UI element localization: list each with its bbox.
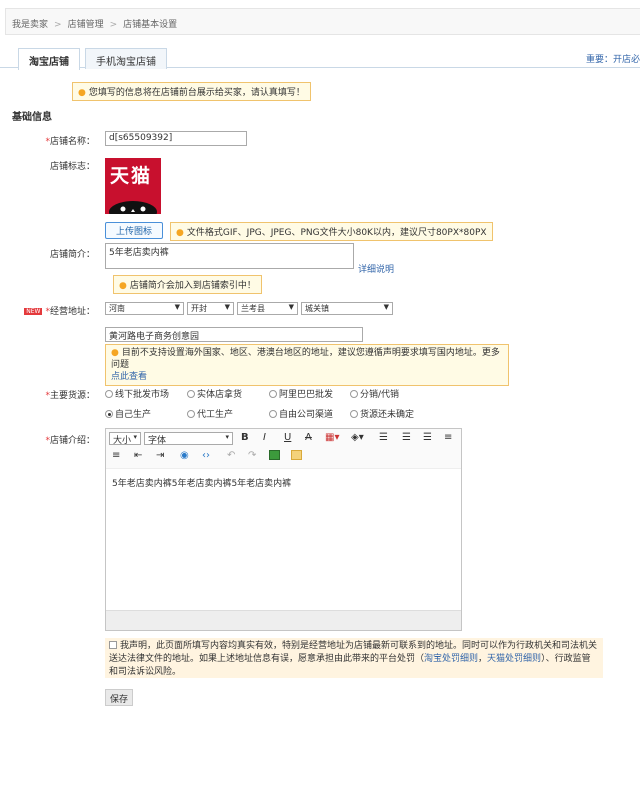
save-button[interactable]: 保存 bbox=[105, 689, 133, 706]
dropdown-arrow-icon: ▼ bbox=[383, 303, 389, 311]
source-label: *主要货源： bbox=[45, 391, 95, 401]
breadcrumb-item-current: 店铺基本设置 bbox=[123, 20, 178, 30]
strikethrough-icon[interactable]: A bbox=[305, 432, 312, 443]
align-left-icon[interactable]: ☰ bbox=[379, 432, 388, 443]
italic-icon[interactable]: I bbox=[263, 432, 266, 443]
upload-logo-button[interactable]: 上传图标 bbox=[105, 222, 164, 239]
declaration-box: 我声明，此页面所填写内容均真实有效，特别是经营地址为店铺最新可联系到的地址。同时… bbox=[105, 638, 603, 678]
source-radio-wholesale-market[interactable]: 线下批发市场 bbox=[105, 387, 169, 400]
top-tip-text: 您填写的信息将在店铺前台展示给买家，请认真填写！ bbox=[88, 88, 305, 98]
underline-icon[interactable]: U bbox=[284, 432, 291, 443]
source-radio-self-produced[interactable]: 自己生产 bbox=[105, 407, 151, 420]
source-radio-physical-store[interactable]: 实体店拿货 bbox=[187, 387, 242, 400]
breadcrumb: 我是卖家 > 店铺管理 > 店铺基本设置 bbox=[5, 8, 640, 35]
important-notice-link[interactable]: 重要：开店必 bbox=[586, 52, 640, 65]
tab-bar: 淘宝店铺 手机淘宝店铺 bbox=[0, 48, 640, 70]
link-icon[interactable]: ◉ bbox=[180, 450, 189, 461]
source-radio-own-channel[interactable]: 自由公司渠道 bbox=[269, 407, 333, 420]
logo-format-tip: ● 文件格式GIF、JPG、JPEG、PNG文件大小80K以内，建议尺寸80PX*… bbox=[170, 222, 493, 241]
align-center-icon[interactable]: ☰ bbox=[402, 432, 411, 443]
dropdown-arrow-icon: ▼ bbox=[174, 303, 180, 311]
numbered-list-icon[interactable]: ≡ bbox=[112, 450, 120, 461]
intro-index-tip: ● 店铺简介会加入到店铺索引中！ bbox=[113, 275, 262, 294]
section-title: 基础信息 bbox=[12, 112, 52, 123]
address-tip-text: 目前不支持设置海外国家、地区、港澳台地区的地址，建议您遵循声明要求填写国内地址。… bbox=[111, 348, 500, 370]
redo-icon[interactable]: ↷ bbox=[248, 450, 256, 461]
town-select[interactable]: 城关镇 ▼ bbox=[301, 302, 393, 315]
tmall-penalty-link[interactable]: 天猫处罚细则 bbox=[487, 654, 541, 664]
address-tip: ● 目前不支持设置海外国家、地区、港澳台地区的地址，建议您遵循声明要求填写国内地址… bbox=[105, 344, 509, 386]
source-radio-oem[interactable]: 代工生产 bbox=[187, 407, 233, 420]
dropdown-arrow-icon: ▼ bbox=[288, 303, 294, 311]
editor-status-bar bbox=[106, 610, 461, 630]
taobao-penalty-link[interactable]: 淘宝处罚细则 bbox=[424, 654, 478, 664]
lightbulb-icon: ● bbox=[176, 228, 184, 238]
lightbulb-icon: ● bbox=[111, 348, 119, 358]
shop-logo-image: 天猫 bbox=[105, 158, 161, 214]
county-select[interactable]: 兰考县 ▼ bbox=[237, 302, 298, 315]
shop-logo-label: 店铺标志： bbox=[49, 162, 95, 172]
highlight-color-icon[interactable]: ◈▾ bbox=[351, 432, 364, 443]
breadcrumb-item-seller[interactable]: 我是卖家 bbox=[12, 20, 48, 30]
intro-editor-label: *店铺介绍： bbox=[45, 436, 95, 446]
address-label: NEW *经营地址： bbox=[24, 307, 95, 317]
rich-text-editor: 大小 ▾ 字体 ▾ B I U A ▦▾ ◈▾ ☰ ☰ ☰ ≡ ≡ ⇤ ⇥ ◉ ‹›… bbox=[105, 428, 462, 631]
shop-name-input[interactable]: d[s65509392] bbox=[105, 131, 247, 146]
lightbulb-icon: ● bbox=[119, 281, 127, 291]
font-size-select[interactable]: 大小 ▾ bbox=[109, 432, 141, 445]
cat-face-icon bbox=[109, 201, 157, 214]
editor-content[interactable]: 5年老店卖内裤5年老店卖内裤5年老店卖内裤 bbox=[112, 476, 291, 489]
address-help-link[interactable]: 点此查看 bbox=[111, 372, 147, 382]
source-radio-alibaba[interactable]: 阿里巴巴批发 bbox=[269, 387, 333, 400]
shop-intro-textarea[interactable]: 5年老店卖内裤 bbox=[105, 243, 354, 269]
logo-format-tip-text: 文件格式GIF、JPG、JPEG、PNG文件大小80K以内，建议尺寸80PX*8… bbox=[186, 228, 487, 238]
clear-format-icon[interactable] bbox=[291, 450, 302, 460]
indent-icon[interactable]: ⇥ bbox=[156, 450, 164, 461]
lightbulb-icon: ● bbox=[78, 88, 86, 98]
align-right-icon[interactable]: ☰ bbox=[423, 432, 432, 443]
province-select[interactable]: 河南 ▼ bbox=[105, 302, 184, 315]
tab-taobao-shop[interactable]: 淘宝店铺 bbox=[18, 48, 80, 70]
intro-index-tip-text: 店铺简介会加入到店铺索引中！ bbox=[129, 281, 256, 291]
top-tip: ● 您填写的信息将在店铺前台展示给买家，请认真填写！ bbox=[72, 82, 311, 101]
source-radio-undecided[interactable]: 货源还未确定 bbox=[350, 407, 414, 420]
breadcrumb-item-shop-manage[interactable]: 店铺管理 bbox=[68, 20, 104, 30]
font-family-select[interactable]: 字体 ▾ bbox=[144, 432, 233, 445]
declaration-checkbox[interactable] bbox=[109, 641, 117, 649]
bullet-list-icon[interactable]: ≡ bbox=[444, 432, 452, 443]
intro-help-link[interactable]: 详细说明 bbox=[358, 262, 394, 275]
outdent-icon[interactable]: ⇤ bbox=[134, 450, 142, 461]
shop-intro-label: 店铺简介： bbox=[49, 250, 95, 260]
dropdown-arrow-icon: ▼ bbox=[224, 303, 230, 311]
undo-icon[interactable]: ↶ bbox=[227, 450, 235, 461]
shop-name-label: *店铺名称： bbox=[45, 137, 95, 147]
street-address-input[interactable]: 黄河路电子商务创意园 bbox=[105, 327, 363, 342]
city-select[interactable]: 开封 ▼ bbox=[187, 302, 234, 315]
breadcrumb-separator: > bbox=[109, 20, 118, 30]
image-icon[interactable] bbox=[269, 450, 280, 460]
tab-mobile-taobao-shop[interactable]: 手机淘宝店铺 bbox=[85, 48, 167, 69]
text-color-icon[interactable]: ▦▾ bbox=[325, 432, 339, 443]
bold-icon[interactable]: B bbox=[241, 432, 249, 443]
new-badge: NEW bbox=[24, 308, 43, 315]
source-radio-distribution[interactable]: 分销/代销 bbox=[350, 387, 399, 400]
source-code-icon[interactable]: ‹› bbox=[202, 450, 210, 461]
breadcrumb-separator: > bbox=[54, 20, 62, 30]
editor-toolbar: 大小 ▾ 字体 ▾ B I U A ▦▾ ◈▾ ☰ ☰ ☰ ≡ ≡ ⇤ ⇥ ◉ ‹›… bbox=[106, 429, 461, 469]
